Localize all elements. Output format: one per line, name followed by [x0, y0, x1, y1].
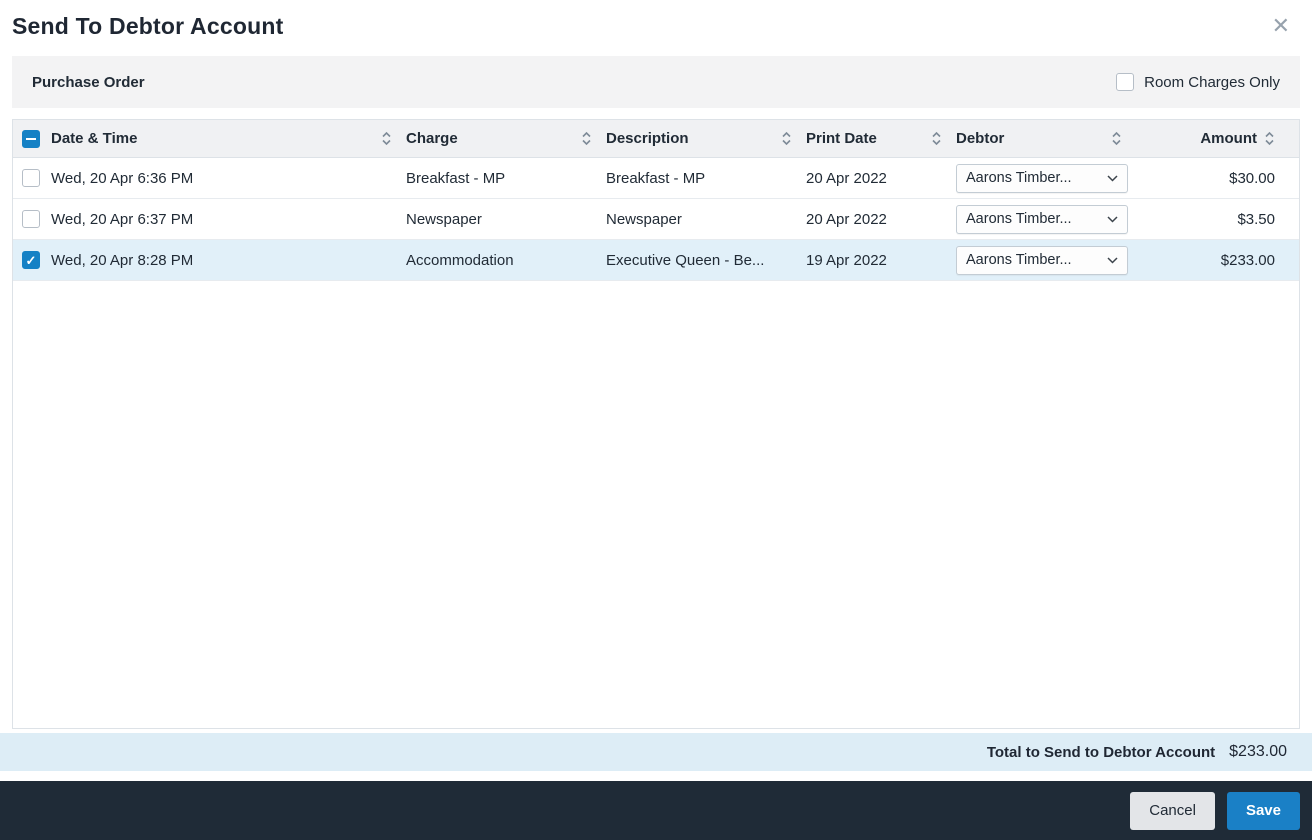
cell-description: Newspaper	[606, 210, 682, 228]
chevron-down-icon	[1107, 170, 1118, 186]
cell-date-time: Wed, 20 Apr 6:36 PM	[51, 169, 194, 187]
select-all-checkbox[interactable]	[22, 129, 40, 148]
page-title: Send To Debtor Account	[12, 12, 284, 39]
sort-icon[interactable]	[381, 130, 392, 147]
table-header-row: Date & Time Charge Description Print Dat…	[13, 120, 1299, 158]
column-header-debtor[interactable]: Debtor	[956, 120, 1136, 157]
table-row[interactable]: Wed, 20 Apr 6:36 PM Breakfast - MP Break…	[13, 158, 1299, 199]
debtor-select-value: Aarons Timber...	[966, 252, 1072, 268]
cell-print-date: 19 Apr 2022	[806, 251, 887, 269]
cancel-button[interactable]: Cancel	[1130, 791, 1215, 830]
column-header-date-time[interactable]: Date & Time	[51, 120, 406, 157]
debtor-select[interactable]: Aarons Timber...	[956, 245, 1128, 275]
cell-print-date: 20 Apr 2022	[806, 210, 887, 228]
cell-date-time: Wed, 20 Apr 8:28 PM	[51, 251, 194, 269]
column-label: Print Date	[806, 130, 877, 147]
close-icon[interactable]: ✕	[1268, 11, 1294, 41]
column-header-description[interactable]: Description	[606, 120, 806, 157]
purchase-order-bar: Purchase Order Room Charges Only	[12, 56, 1300, 108]
total-amount: $233.00	[1229, 743, 1287, 760]
cell-description: Breakfast - MP	[606, 169, 706, 187]
column-label: Debtor	[956, 130, 1005, 147]
cell-debtor: Aarons Timber...	[956, 240, 1136, 280]
column-label: Amount	[1200, 130, 1257, 147]
room-charges-only-toggle[interactable]: Room Charges Only	[1116, 73, 1280, 91]
room-charges-label: Room Charges Only	[1144, 73, 1280, 91]
row-checkbox[interactable]	[22, 169, 40, 187]
cell-debtor: Aarons Timber...	[956, 199, 1136, 239]
charges-table: Date & Time Charge Description Print Dat…	[12, 119, 1300, 729]
cell-amount: $30.00	[1229, 169, 1275, 187]
debtor-select-value: Aarons Timber...	[966, 170, 1072, 186]
modal-header: Send To Debtor Account ✕	[0, 0, 1312, 52]
cell-amount: $233.00	[1220, 251, 1275, 269]
cell-print-date: 20 Apr 2022	[806, 169, 887, 187]
action-bar: Cancel Save	[0, 781, 1312, 840]
row-checkbox[interactable]	[22, 210, 40, 228]
column-label: Charge	[406, 130, 458, 147]
total-bar: Total to Send to Debtor Account $233.00	[0, 733, 1312, 771]
save-button[interactable]: Save	[1226, 791, 1300, 830]
debtor-select-value: Aarons Timber...	[966, 211, 1072, 227]
column-header-amount[interactable]: Amount	[1136, 120, 1299, 157]
column-header-print-date[interactable]: Print Date	[806, 120, 956, 157]
chevron-down-icon	[1107, 211, 1118, 227]
cell-select	[13, 158, 51, 198]
cell-amount: $3.50	[1237, 210, 1275, 228]
room-charges-checkbox[interactable]	[1116, 73, 1135, 91]
column-label: Date & Time	[51, 130, 138, 147]
sort-icon[interactable]	[781, 130, 792, 147]
table-row[interactable]: Wed, 20 Apr 6:37 PM Newspaper Newspaper …	[13, 199, 1299, 240]
row-checkbox[interactable]	[22, 251, 40, 269]
chevron-down-icon	[1107, 252, 1118, 268]
cell-charge: Breakfast - MP	[406, 169, 506, 187]
sort-icon[interactable]	[931, 130, 942, 147]
cell-debtor: Aarons Timber...	[956, 158, 1136, 198]
total-label: Total to Send to Debtor Account	[986, 743, 1216, 761]
table-row[interactable]: Wed, 20 Apr 8:28 PM Accommodation Execut…	[13, 240, 1299, 281]
column-header-charge[interactable]: Charge	[406, 120, 606, 157]
sort-icon[interactable]	[1111, 130, 1122, 147]
header-cell-select	[13, 120, 51, 157]
debtor-select[interactable]: Aarons Timber...	[956, 163, 1128, 193]
cell-date-time: Wed, 20 Apr 6:37 PM	[51, 210, 194, 228]
sort-icon[interactable]	[1264, 130, 1275, 147]
cell-select	[13, 240, 51, 280]
cell-select	[13, 199, 51, 239]
column-label: Description	[606, 130, 689, 147]
cell-charge: Accommodation	[406, 251, 514, 269]
debtor-select[interactable]: Aarons Timber...	[956, 204, 1128, 234]
sort-icon[interactable]	[581, 130, 592, 147]
cell-charge: Newspaper	[406, 210, 482, 228]
cell-description: Executive Queen - Be...	[606, 251, 765, 269]
purchase-order-label: Purchase Order	[32, 73, 145, 91]
